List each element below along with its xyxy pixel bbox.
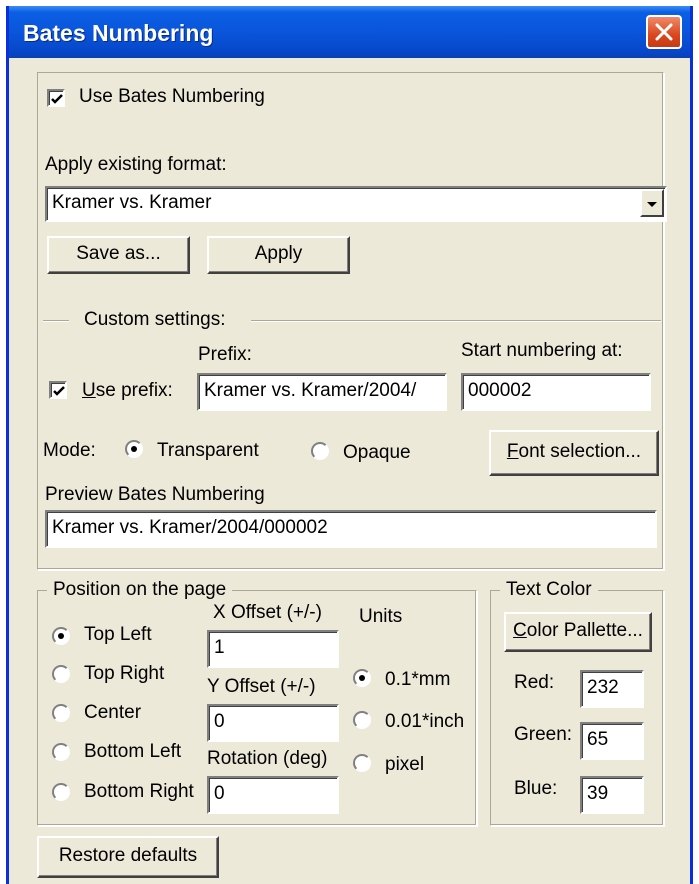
color-palette-mnemonic: C — [513, 620, 527, 641]
position-top-left-radio[interactable] — [52, 627, 70, 645]
save-as-button[interactable]: Save as... — [47, 236, 190, 274]
position-bottom-right-radio[interactable] — [52, 783, 70, 801]
use-bates-label[interactable]: Use Bates Numbering — [79, 86, 265, 108]
format-dropdown-button[interactable] — [640, 189, 664, 217]
x-offset-label: X Offset (+/-) — [213, 602, 322, 623]
apply-button[interactable]: Apply — [207, 236, 350, 274]
position-bottom-left-radio[interactable] — [52, 743, 70, 761]
close-icon — [655, 23, 673, 41]
mode-label: Mode: — [43, 440, 96, 461]
custom-separator-left — [43, 320, 69, 322]
use-bates-checkbox[interactable] — [47, 89, 65, 107]
y-offset-input[interactable]: 0 — [207, 704, 339, 742]
font-selection-button[interactable]: Font selection... — [489, 430, 659, 476]
rotation-label: Rotation (deg) — [207, 748, 328, 769]
position-center-label[interactable]: Center — [84, 702, 141, 724]
prefix-header: Prefix: — [198, 344, 252, 365]
blue-input[interactable]: 39 — [580, 776, 644, 814]
unit-mm-radio[interactable] — [353, 669, 371, 687]
color-palette-button[interactable]: Color Pallette... — [504, 612, 652, 652]
format-select[interactable]: Kramer vs. Kramer — [45, 186, 667, 222]
unit-mm-label[interactable]: 0.1*mm — [385, 669, 450, 691]
mode-opaque-radio[interactable] — [311, 442, 329, 460]
position-top-right-label[interactable]: Top Right — [84, 663, 164, 685]
mode-opaque-label[interactable]: Opaque — [343, 442, 411, 464]
position-center-radio[interactable] — [52, 704, 70, 722]
green-input[interactable]: 65 — [580, 722, 644, 760]
mode-transparent-label[interactable]: Transparent — [157, 440, 259, 462]
font-selection-mnemonic: F — [506, 441, 519, 462]
unit-inch-radio[interactable] — [353, 711, 371, 729]
position-top-left-label[interactable]: Top Left — [84, 624, 152, 646]
unit-inch-label[interactable]: 0.01*inch — [385, 711, 464, 733]
close-button[interactable] — [646, 15, 682, 49]
window-title: Bates Numbering — [23, 20, 214, 46]
position-top-right-radio[interactable] — [52, 665, 70, 683]
font-selection-label-rest: ont selection... — [518, 441, 642, 462]
custom-separator-right — [251, 320, 661, 322]
checkmark-icon — [51, 94, 63, 104]
position-bottom-left-label[interactable]: Bottom Left — [84, 741, 181, 763]
preview-label: Preview Bates Numbering — [45, 484, 265, 505]
y-offset-label: Y Offset (+/-) — [207, 676, 316, 697]
use-prefix-checkbox[interactable] — [49, 381, 67, 399]
restore-defaults-button[interactable]: Restore defaults — [37, 836, 219, 878]
rotation-input[interactable]: 0 — [207, 776, 339, 814]
text-color-legend: Text Color — [500, 579, 598, 601]
checkmark-icon — [53, 386, 65, 396]
position-legend: Position on the page — [47, 579, 233, 601]
x-offset-input[interactable]: 1 — [207, 630, 339, 668]
use-prefix-label-rest: se prefix: — [95, 380, 173, 401]
start-numbering-label: Start numbering at: — [461, 340, 623, 361]
custom-settings-legend: Custom settings: — [84, 309, 226, 330]
units-label: Units — [359, 606, 403, 627]
apply-format-label: Apply existing format: — [45, 154, 227, 175]
unit-pixel-radio[interactable] — [353, 754, 371, 772]
red-label: Red: — [514, 672, 555, 693]
format-selected-value: Kramer vs. Kramer — [52, 192, 212, 213]
position-bottom-right-label[interactable]: Bottom Right — [84, 781, 194, 803]
chevron-down-icon — [647, 202, 657, 207]
red-input[interactable]: 232 — [580, 670, 644, 708]
mode-transparent-radio[interactable] — [125, 440, 143, 458]
start-number-input[interactable]: 000002 — [461, 373, 651, 411]
dialog-window: Bates Numbering Use Bates Numbering Appl… — [6, 6, 693, 884]
use-prefix-label[interactable]: Use prefix: — [82, 380, 173, 402]
unit-pixel-label[interactable]: pixel — [385, 754, 424, 776]
use-prefix-mnemonic: U — [82, 380, 96, 401]
prefix-input[interactable]: Kramer vs. Kramer/2004/ — [197, 373, 447, 411]
title-bar[interactable]: Bates Numbering — [9, 6, 690, 58]
blue-label: Blue: — [514, 778, 558, 799]
green-label: Green: — [514, 724, 573, 745]
preview-field: Kramer vs. Kramer/2004/000002 — [45, 510, 657, 548]
color-palette-label-rest: olor Pallette... — [526, 620, 643, 641]
